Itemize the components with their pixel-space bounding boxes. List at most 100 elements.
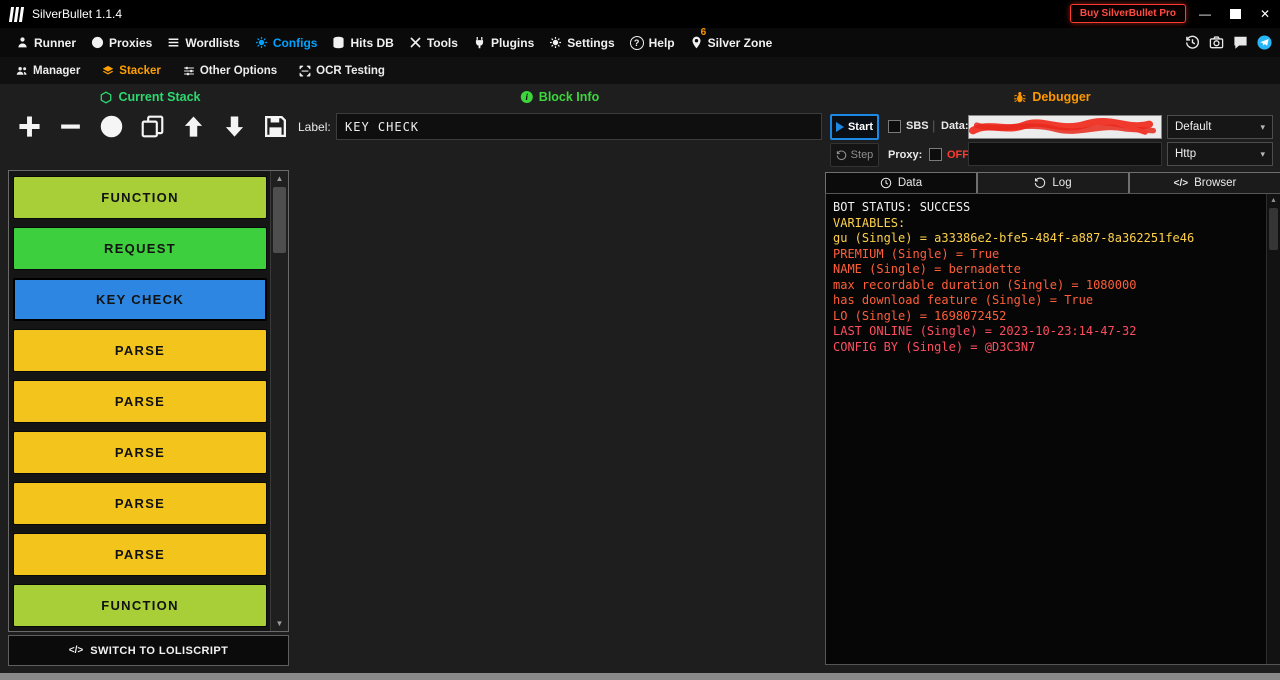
- submenu-item-ocr-testing[interactable]: OCR Testing: [299, 65, 385, 77]
- stack-block[interactable]: PARSE: [13, 482, 267, 525]
- chevron-down-icon: ▾: [1260, 148, 1265, 159]
- stack-block[interactable]: FUNCTION: [13, 584, 267, 627]
- history-icon[interactable]: [1185, 35, 1200, 50]
- scroll-up-icon[interactable]: ▲: [271, 171, 288, 186]
- wordlist-type-select[interactable]: Default ▾: [1167, 115, 1273, 139]
- switch-to-loliscript-button[interactable]: </> SWITCH TO LOLISCRIPT: [8, 635, 289, 666]
- sbs-checkbox[interactable]: [888, 120, 901, 133]
- menu-item-runner[interactable]: Runner: [16, 36, 76, 50]
- step-button[interactable]: Step: [830, 143, 879, 167]
- remove-block-button[interactable]: [57, 112, 83, 140]
- tab-data[interactable]: Data: [825, 172, 977, 194]
- menu-item-settings[interactable]: Settings: [549, 36, 615, 50]
- chevron-down-icon: ▾: [1260, 121, 1265, 132]
- titlebar: SilverBullet 1.1.4 Buy SilverBullet Pro …: [0, 0, 1280, 28]
- stack-block[interactable]: PARSE: [13, 380, 267, 423]
- menu-item-hits-db[interactable]: Hits DB: [332, 36, 394, 50]
- submenu-item-stacker[interactable]: Stacker: [102, 65, 161, 77]
- stack-block[interactable]: PARSE: [13, 431, 267, 474]
- proxy-checkbox[interactable]: [929, 148, 942, 161]
- stack-block[interactable]: PARSE: [13, 533, 267, 576]
- scroll-down-icon[interactable]: ▼: [271, 616, 288, 631]
- scroll-thumb[interactable]: [1269, 208, 1278, 250]
- list-icon: [168, 38, 179, 47]
- log-line: max recordable duration (Single) = 10800…: [833, 277, 1137, 292]
- stack-panel: FUNCTION REQUEST KEY CHECK PARSE PARSE PARSE P…: [8, 170, 289, 632]
- debug-scrollbar[interactable]: ▲: [1266, 194, 1280, 664]
- block-label-caption: Label:: [298, 120, 331, 134]
- stack-block[interactable]: FUNCTION: [13, 176, 267, 219]
- log-line: NAME (Single) = bernadette: [833, 262, 1021, 276]
- save-config-button[interactable]: [262, 112, 288, 140]
- log-line: LO (Single) = 1698072452: [833, 308, 1007, 323]
- redaction-scribble: [969, 118, 1157, 135]
- scan-icon: [299, 65, 311, 76]
- menu-item-help[interactable]: ? Help: [629, 35, 675, 50]
- menu-item-silver-zone[interactable]: 6 Silver Zone: [690, 27, 772, 50]
- current-stack-header: Current Stack: [100, 90, 200, 104]
- stack-toolbar: [16, 112, 288, 140]
- hexagon-icon: [100, 90, 112, 104]
- proxy-type-select[interactable]: Http ▾: [1167, 142, 1273, 166]
- proxy-input[interactable]: [968, 142, 1162, 166]
- menu-item-wordlists[interactable]: Wordlists: [167, 36, 240, 50]
- proxy-label: Proxy:: [888, 149, 923, 161]
- clock-icon: [880, 177, 892, 189]
- submenu-item-other-options[interactable]: Other Options: [183, 65, 277, 77]
- start-button[interactable]: Start: [830, 114, 879, 140]
- block-info-header: i Block Info: [520, 90, 599, 104]
- data-label: Data:: [941, 120, 969, 132]
- buy-pro-button[interactable]: Buy SilverBullet Pro: [1069, 4, 1186, 23]
- move-down-button[interactable]: [221, 112, 247, 140]
- stack-block[interactable]: REQUEST: [13, 227, 267, 270]
- runner-icon: [18, 37, 27, 48]
- close-button[interactable]: ✕: [1250, 0, 1280, 28]
- people-icon: [16, 66, 27, 75]
- maximize-button[interactable]: [1220, 0, 1250, 28]
- help-icon: ?: [629, 35, 644, 50]
- menubar-right-icons: [1185, 28, 1272, 57]
- play-icon: [835, 122, 844, 132]
- pin-icon: [692, 36, 701, 49]
- block-label-input[interactable]: [336, 113, 822, 140]
- clear-stack-button[interactable]: [98, 112, 124, 140]
- tab-browser[interactable]: </> Browser: [1129, 172, 1280, 194]
- tools-icon: [410, 37, 421, 48]
- telegram-icon[interactable]: [1257, 35, 1272, 50]
- gear-icon: [255, 36, 267, 49]
- stack-block[interactable]: PARSE: [13, 329, 267, 372]
- code-icon: </>: [68, 645, 84, 656]
- menu-item-configs[interactable]: Configs: [255, 36, 317, 50]
- scroll-thumb[interactable]: [273, 187, 286, 253]
- minus-icon: [60, 123, 80, 129]
- copy-icon: [141, 115, 163, 137]
- duplicate-block-button[interactable]: [139, 112, 165, 140]
- log-line: PREMIUM (Single) = True: [833, 246, 1000, 261]
- debugger-output-panel[interactable]: BOT STATUS: SUCCESS VARIABLES: gu (Single)…: [825, 193, 1280, 665]
- notification-badge: 6: [700, 26, 707, 38]
- menu-item-tools[interactable]: Tools: [409, 36, 458, 50]
- debug-output-lines: BOT STATUS: SUCCESS VARIABLES: gu (Single)…: [833, 200, 1262, 355]
- gear-icon: [550, 36, 562, 49]
- menu-item-proxies[interactable]: Proxies: [91, 36, 152, 50]
- chat-icon[interactable]: [1233, 35, 1248, 50]
- separator: |: [932, 118, 936, 133]
- log-line: LAST ONLINE (Single) = 2023-10-23:14-47-…: [833, 324, 1137, 338]
- add-block-button[interactable]: [16, 112, 42, 140]
- data-input[interactable]: [968, 115, 1162, 139]
- stack-scrollbar[interactable]: ▲ ▼: [270, 171, 288, 631]
- menubar: Runner Proxies Wordlists Configs Hits DB…: [0, 27, 1280, 57]
- minimize-button[interactable]: —: [1190, 0, 1220, 28]
- arrow-up-icon: [184, 115, 202, 137]
- screen-edge-strip: [0, 673, 1280, 680]
- camera-icon[interactable]: [1209, 35, 1224, 50]
- tab-log[interactable]: Log: [977, 172, 1129, 194]
- stack-list: FUNCTION REQUEST KEY CHECK PARSE PARSE PARSE P…: [13, 176, 267, 635]
- scroll-up-icon[interactable]: ▲: [1267, 194, 1280, 207]
- submenu-item-manager[interactable]: Manager: [16, 65, 80, 77]
- move-up-button[interactable]: [180, 112, 206, 140]
- debugger-header: Debugger: [1013, 90, 1091, 104]
- menu-item-plugins[interactable]: Plugins: [473, 36, 534, 50]
- stack-block[interactable]: KEY CHECK: [13, 278, 267, 321]
- maximize-icon: [1229, 9, 1241, 19]
